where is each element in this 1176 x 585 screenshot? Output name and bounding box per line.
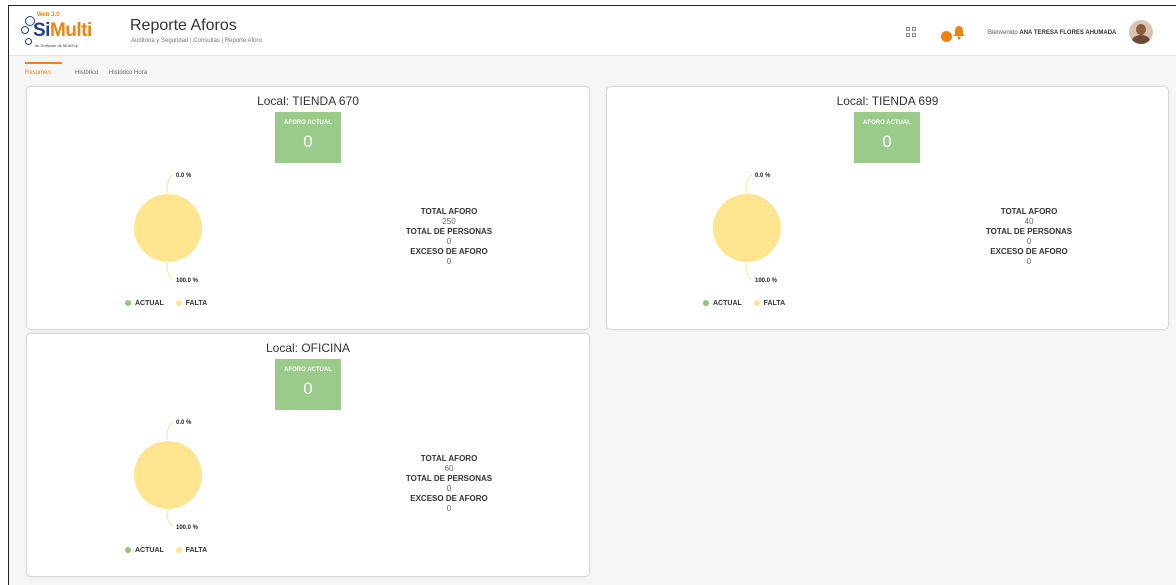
active-tab-indicator [25, 62, 62, 64]
top-header: Web 3.0 SiMulti de Software de MultiTop … [9, 6, 1176, 56]
legend-actual[interactable]: ACTUAL [703, 300, 742, 307]
actual-dot-icon [125, 547, 131, 554]
aforo-actual-box: AFORO ACTUAL 0 [854, 112, 920, 163]
card-title: Local: TIENDA 699 [836, 94, 939, 108]
exceso-aforo-label: EXCESO DE AFORO [410, 247, 488, 256]
pie-slice-falta[interactable] [713, 194, 781, 262]
breadcrumb[interactable]: Auditoria y Seguridad | Consultas | Repo… [131, 38, 262, 44]
total-aforo-label: TOTAL AFORO [1000, 207, 1058, 216]
aforo-actual-label: AFORO ACTUAL [863, 120, 911, 126]
aforo-stats: TOTAL AFORO 40 TOTAL DE PERSONAS 0 EXCES… [929, 207, 1129, 267]
total-personas-label: TOTAL DE PERSONAS [405, 474, 493, 483]
total-personas-value: 0 [1026, 237, 1032, 246]
pie-legend: ACTUAL FALTA [125, 300, 207, 307]
user-name: ANA TERESA FLORES AHUMADA [1019, 30, 1117, 36]
falta-dot-icon [175, 300, 182, 307]
aforo-actual-label: AFORO ACTUAL [284, 120, 332, 126]
card-title: Local: TIENDA 670 [257, 94, 359, 108]
total-personas-label: TOTAL DE PERSONAS [985, 227, 1073, 236]
pie-label-actual: 0.0 % [755, 173, 771, 179]
aforo-actual-value: 0 [882, 132, 892, 151]
pie-label-actual: 0.0 % [176, 420, 192, 426]
actual-dot-icon [703, 300, 709, 307]
pie-label-actual: 0.0 % [176, 173, 192, 179]
total-aforo-value: 40 [1024, 217, 1034, 226]
pie-legend: ACTUAL FALTA [125, 547, 207, 554]
total-personas-value: 0 [446, 237, 452, 246]
logo-wordmark: SiMulti [33, 20, 92, 42]
pie-label-falta: 100.0 % [176, 525, 199, 531]
falta-dot-icon [753, 300, 760, 307]
exceso-aforo-label: EXCESO DE AFORO [410, 494, 488, 503]
exceso-aforo-value: 0 [446, 504, 452, 513]
logo-ring-icon [25, 38, 32, 45]
actual-dot-icon [125, 300, 131, 307]
welcome-text: Bienvenido ANA TERESA FLORES AHUMADA [988, 30, 1116, 36]
user-avatar[interactable] [1129, 20, 1153, 44]
page-title: Reporte Aforos [130, 17, 237, 34]
logo-si: Si [33, 20, 50, 41]
exceso-aforo-value: 0 [1026, 257, 1032, 266]
tab-historico-hora[interactable]: Histórico Hora [109, 70, 147, 76]
aforo-actual-box: AFORO ACTUAL 0 [275, 112, 341, 163]
falta-dot-icon [175, 547, 182, 554]
aforo-actual-value: 0 [303, 132, 313, 151]
aforo-pie-chart [713, 194, 781, 262]
legend-falta-label: FALTA [185, 547, 208, 554]
local-card-tienda-699: Local: TIENDA 699 AFORO ACTUAL 0 0.0 % 1… [606, 86, 1169, 330]
pie-slice-falta[interactable] [134, 441, 202, 509]
aforo-stats: TOTAL AFORO 60 TOTAL DE PERSONAS 0 EXCES… [349, 454, 549, 514]
legend-actual[interactable]: ACTUAL [125, 547, 164, 554]
tab-resumen[interactable]: Resumen [25, 70, 51, 76]
total-personas-value: 0 [446, 484, 452, 493]
legend-falta[interactable]: FALTA [753, 300, 786, 307]
pie-label-falta: 100.0 % [176, 278, 199, 284]
total-aforo-value: 60 [444, 464, 454, 473]
aforo-pie-chart [134, 441, 202, 509]
total-aforo-label: TOTAL AFORO [420, 207, 478, 216]
legend-actual-label: ACTUAL [135, 547, 164, 554]
tab-historico[interactable]: Histórico [75, 70, 98, 76]
exceso-aforo-value: 0 [446, 257, 452, 266]
pie-slice-falta[interactable] [134, 194, 202, 262]
aforo-pie-chart [134, 194, 202, 262]
pie-label-falta: 100.0 % [755, 278, 778, 284]
total-aforo-value: 250 [442, 217, 456, 226]
legend-falta-label: FALTA [185, 300, 208, 307]
apps-grid-icon[interactable] [906, 27, 916, 37]
legend-falta[interactable]: FALTA [175, 547, 208, 554]
aforo-actual-value: 0 [303, 379, 313, 398]
aforo-stats: TOTAL AFORO 250 TOTAL DE PERSONAS 0 EXCE… [349, 207, 549, 267]
legend-actual-label: ACTUAL [713, 300, 742, 307]
bell-icon[interactable] [951, 24, 967, 40]
legend-actual-label: ACTUAL [135, 300, 164, 307]
logo-tagline: de Software de MultiTop [35, 43, 78, 48]
logo-version: Web 3.0 [37, 12, 60, 18]
exceso-aforo-label: EXCESO DE AFORO [990, 247, 1068, 256]
app-frame: Web 3.0 SiMulti de Software de MultiTop … [8, 5, 1176, 585]
legend-actual[interactable]: ACTUAL [125, 300, 164, 307]
notification-badge[interactable] [941, 31, 952, 42]
pie-legend: ACTUAL FALTA [703, 300, 785, 307]
aforo-actual-box: AFORO ACTUAL 0 [275, 359, 341, 410]
card-title: Local: OFICINA [265, 341, 351, 355]
legend-falta-label: FALTA [763, 300, 786, 307]
logo-multi: Multi [49, 20, 92, 41]
local-card-tienda-670: Local: TIENDA 670 AFORO ACTUAL 0 0.0 % 1… [26, 86, 590, 330]
total-aforo-label: TOTAL AFORO [420, 454, 478, 463]
logo-ring-icon [21, 26, 29, 34]
aforo-actual-label: AFORO ACTUAL [284, 367, 332, 373]
simulti-logo[interactable]: Web 3.0 SiMulti de Software de MultiTop [21, 12, 111, 52]
legend-falta[interactable]: FALTA [175, 300, 208, 307]
welcome-prefix: Bienvenido [988, 30, 1018, 36]
local-card-oficina: Local: OFICINA AFORO ACTUAL 0 0.0 % 100.… [26, 333, 590, 577]
total-personas-label: TOTAL DE PERSONAS [405, 227, 493, 236]
